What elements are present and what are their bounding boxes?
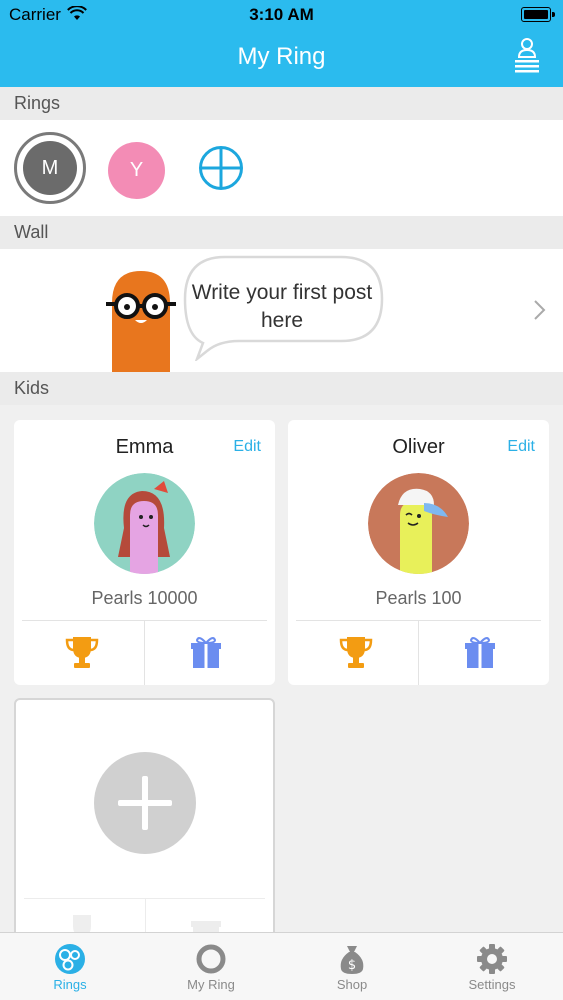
tab-rings[interactable]: Rings: [0, 933, 140, 1000]
ring-item-y[interactable]: Y: [108, 142, 165, 199]
pearls-count: Pearls 10000: [91, 588, 198, 608]
wall-section-header: Wall: [0, 216, 563, 249]
kid-card-emma[interactable]: Emma Edit Pearls 10000: [14, 420, 275, 685]
add-kid-icon[interactable]: [94, 752, 196, 854]
status-bar: Carrier 3:10 AM: [0, 0, 563, 30]
edit-kid-button[interactable]: Edit: [233, 438, 261, 456]
kid-avatar: [94, 473, 195, 574]
tab-label: Shop: [336, 977, 368, 992]
svg-text:$: $: [348, 958, 356, 973]
wall-prompt-text: Write your first post here: [191, 281, 373, 332]
kid-card-oliver[interactable]: Oliver Edit Pearls 100: [288, 420, 549, 685]
pearls-count: Pearls 100: [375, 588, 462, 608]
add-kid-card[interactable]: [14, 698, 275, 938]
page-title: My Ring: [237, 43, 326, 70]
clock: 3:10 AM: [249, 5, 314, 24]
kid-avatar: [368, 473, 469, 574]
tab-bar: Rings My Ring $ Shop Settings: [0, 932, 563, 1000]
gift-icon[interactable]: [463, 634, 497, 670]
tab-label: Rings: [53, 977, 87, 992]
gift-icon[interactable]: [189, 634, 223, 670]
tab-label: My Ring: [187, 977, 235, 992]
money-bag-icon: $: [340, 946, 364, 974]
chevron-right-icon: [534, 300, 546, 320]
rings-list: M Y: [0, 120, 563, 216]
gear-icon: [477, 944, 507, 974]
nav-bar: My Ring: [0, 30, 563, 87]
edit-kid-button[interactable]: Edit: [507, 438, 535, 456]
ring-item-m[interactable]: M: [14, 132, 86, 204]
rings-tab-icon: [55, 944, 85, 974]
ring-initial: M: [23, 141, 77, 195]
trophy-icon[interactable]: [65, 634, 99, 670]
tab-label: Settings: [468, 977, 516, 992]
kids-section-header: Kids: [0, 372, 563, 405]
add-circle-icon[interactable]: [198, 145, 244, 191]
wall-prompt[interactable]: Write your first post here: [0, 249, 563, 372]
ring-icon: [196, 944, 226, 974]
trophy-icon[interactable]: [339, 634, 373, 670]
mascot-illustration: [106, 271, 176, 372]
tab-shop[interactable]: $ Shop: [282, 933, 422, 1000]
tab-settings[interactable]: Settings: [422, 933, 562, 1000]
battery-icon: [521, 7, 555, 22]
tab-my-ring[interactable]: My Ring: [141, 933, 281, 1000]
profile-stack-icon[interactable]: [513, 37, 541, 73]
rings-section-header: Rings: [0, 87, 563, 120]
